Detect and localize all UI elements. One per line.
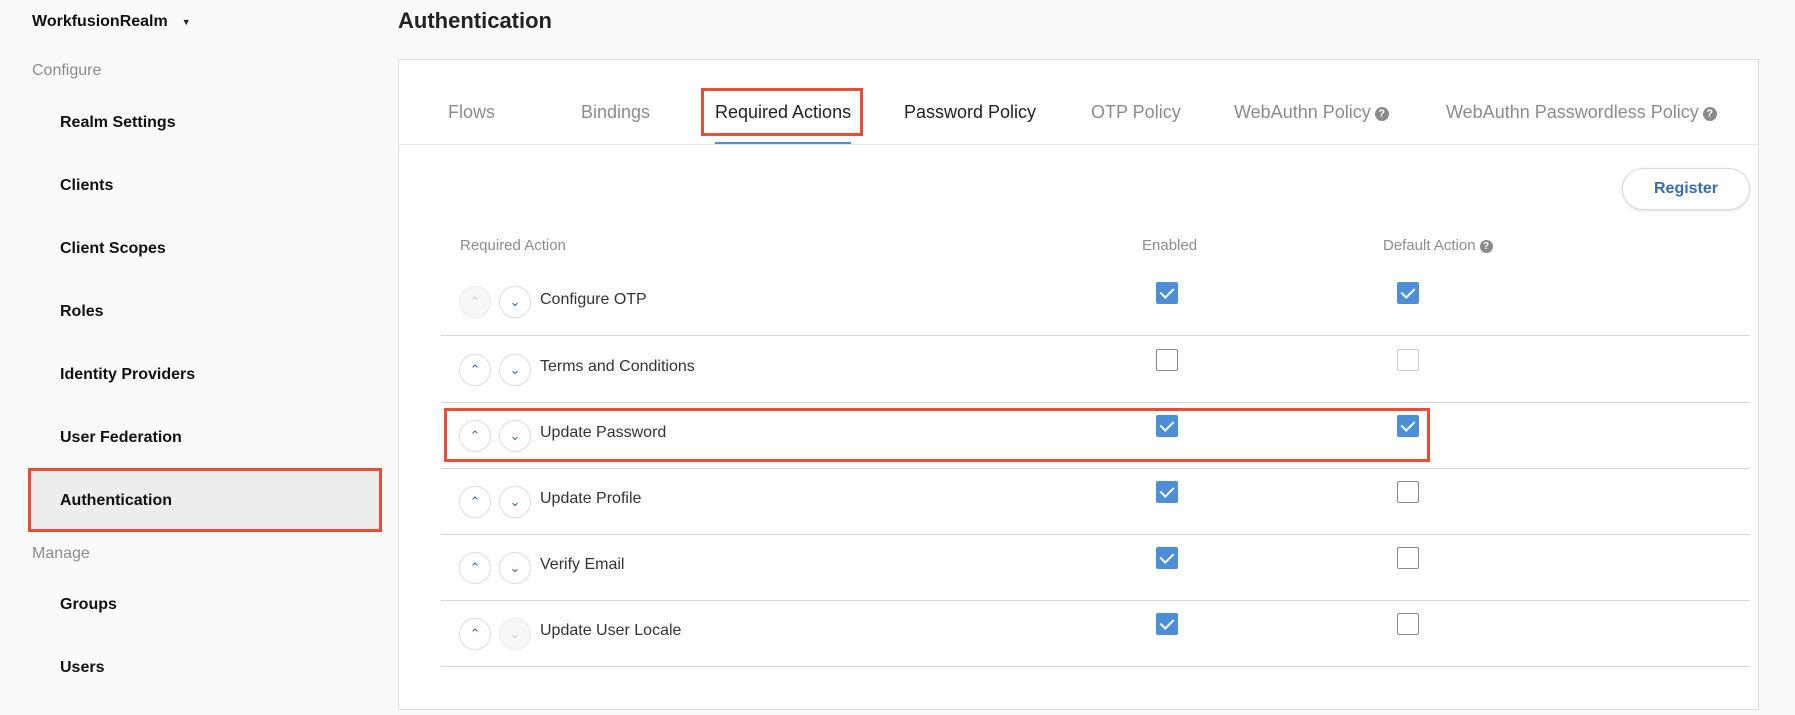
row-label: Terms and Conditions <box>540 358 695 375</box>
chevron-up-icon: ⌃ <box>469 294 481 309</box>
table-row: ⌃ ⌄ Terms and Conditions <box>441 336 1750 403</box>
question-circle-icon[interactable]: ? <box>1374 107 1389 121</box>
tab-label: Flows <box>448 102 496 122</box>
sidebar-item-authentication[interactable]: Authentication <box>30 471 380 531</box>
header-default-action: Default Action? <box>1383 237 1493 254</box>
chevron-up-icon: ⌃ <box>469 560 481 575</box>
header-enabled: Enabled <box>1142 237 1198 254</box>
table-row: ⌃ ⌄ Configure OTP <box>441 266 1750 336</box>
move-down-button[interactable]: ⌄ <box>499 618 531 650</box>
enabled-checkbox[interactable] <box>1156 282 1178 304</box>
enabled-checkbox[interactable] <box>1156 547 1178 569</box>
move-down-button[interactable]: ⌄ <box>499 552 531 584</box>
app-root: WorkfusionRealm ▼ Configure Realm Settin… <box>0 0 1795 715</box>
page-title: Authentication <box>398 8 552 33</box>
header-default-action-label: Default Action <box>1383 237 1476 254</box>
tab-label: Password Policy <box>904 102 1037 122</box>
chevron-down-icon: ⌄ <box>509 494 521 509</box>
tab-label: WebAuthn Policy <box>1234 102 1371 122</box>
table-row: ⌃ ⌄ Update User Locale <box>441 600 1750 667</box>
move-up-button[interactable]: ⌃ <box>459 618 491 650</box>
sidebar-item-identity-providers[interactable]: Identity Providers <box>30 345 380 405</box>
header-required-action: Required Action <box>460 237 566 254</box>
table-row: ⌃ ⌄ Verify Email <box>441 534 1750 601</box>
active-tab-indicator <box>715 142 851 144</box>
move-up-button[interactable]: ⌃ <box>459 552 491 584</box>
tab-webauthn-passwordless-policy[interactable]: WebAuthn Passwordless Policy? <box>1446 100 1717 124</box>
tab-label: Required Actions <box>715 102 852 122</box>
default-action-checkbox[interactable] <box>1397 282 1419 304</box>
table-row: ⌃ ⌄ Update Profile <box>441 468 1750 535</box>
tab-label: Bindings <box>581 102 651 122</box>
enabled-checkbox[interactable] <box>1156 613 1178 635</box>
chevron-down-icon: ⌄ <box>509 626 521 641</box>
enabled-checkbox[interactable] <box>1156 349 1178 371</box>
tab-otp-policy[interactable]: OTP Policy <box>1091 100 1181 124</box>
chevron-up-icon: ⌃ <box>469 626 481 641</box>
question-circle-icon[interactable]: ? <box>1479 240 1493 253</box>
realm-selector[interactable]: WorkfusionRealm ▼ <box>32 12 191 32</box>
tab-bar: Flows Bindings Required Actions Password… <box>399 60 1758 145</box>
chevron-up-icon: ⌃ <box>469 494 481 509</box>
chevron-down-icon: ⌄ <box>509 362 521 377</box>
chevron-down-icon: ⌄ <box>509 294 521 309</box>
tab-bindings[interactable]: Bindings <box>581 100 650 124</box>
move-down-button[interactable]: ⌄ <box>499 286 531 318</box>
sidebar-item-users[interactable]: Users <box>30 638 380 698</box>
move-up-button[interactable]: ⌃ <box>459 420 491 452</box>
default-action-checkbox[interactable] <box>1397 613 1419 635</box>
realm-name: WorkfusionRealm <box>32 13 168 30</box>
move-up-button[interactable]: ⌃ <box>459 286 491 318</box>
enabled-checkbox[interactable] <box>1156 481 1178 503</box>
move-down-button[interactable]: ⌄ <box>499 486 531 518</box>
sidebar-item-client-scopes[interactable]: Client Scopes <box>30 219 380 279</box>
move-down-button[interactable]: ⌄ <box>499 354 531 386</box>
tab-label: OTP Policy <box>1091 102 1181 122</box>
section-manage: Manage <box>32 545 90 562</box>
sidebar-item-clients[interactable]: Clients <box>30 156 380 216</box>
enabled-checkbox[interactable] <box>1156 415 1178 437</box>
sidebar: WorkfusionRealm ▼ Configure Realm Settin… <box>0 0 385 715</box>
row-label: Update Profile <box>540 490 642 507</box>
row-label: Verify Email <box>540 556 625 573</box>
default-action-checkbox[interactable] <box>1397 349 1419 371</box>
move-up-button[interactable]: ⌃ <box>459 354 491 386</box>
move-up-button[interactable]: ⌃ <box>459 486 491 518</box>
chevron-down-icon: ⌄ <box>509 428 521 443</box>
tab-required-actions[interactable]: Required Actions <box>715 100 851 124</box>
tab-password-policy[interactable]: Password Policy <box>904 100 1036 124</box>
question-circle-icon[interactable]: ? <box>1702 107 1717 121</box>
caret-down-icon: ▼ <box>181 17 191 27</box>
chevron-up-icon: ⌃ <box>469 362 481 377</box>
tab-webauthn-policy[interactable]: WebAuthn Policy? <box>1234 100 1389 124</box>
sidebar-item-roles[interactable]: Roles <box>30 282 380 342</box>
default-action-checkbox[interactable] <box>1397 481 1419 503</box>
sidebar-item-groups[interactable]: Groups <box>30 575 380 635</box>
default-action-checkbox[interactable] <box>1397 547 1419 569</box>
row-label: Update User Locale <box>540 622 682 639</box>
move-down-button[interactable]: ⌄ <box>499 420 531 452</box>
sidebar-item-user-federation[interactable]: User Federation <box>30 408 380 468</box>
row-label: Configure OTP <box>540 291 647 308</box>
default-action-checkbox[interactable] <box>1397 415 1419 437</box>
section-configure: Configure <box>32 62 102 79</box>
tab-label: WebAuthn Passwordless Policy <box>1446 102 1699 122</box>
sidebar-item-realm-settings[interactable]: Realm Settings <box>30 93 380 153</box>
table-row: ⌃ ⌄ Update Password <box>441 402 1750 469</box>
tab-flows[interactable]: Flows <box>448 100 495 124</box>
row-label: Update Password <box>540 424 667 441</box>
chevron-up-icon: ⌃ <box>469 428 481 443</box>
chevron-down-icon: ⌄ <box>509 560 521 575</box>
register-button[interactable]: Register <box>1622 168 1750 210</box>
main-card: Flows Bindings Required Actions Password… <box>398 59 1759 710</box>
